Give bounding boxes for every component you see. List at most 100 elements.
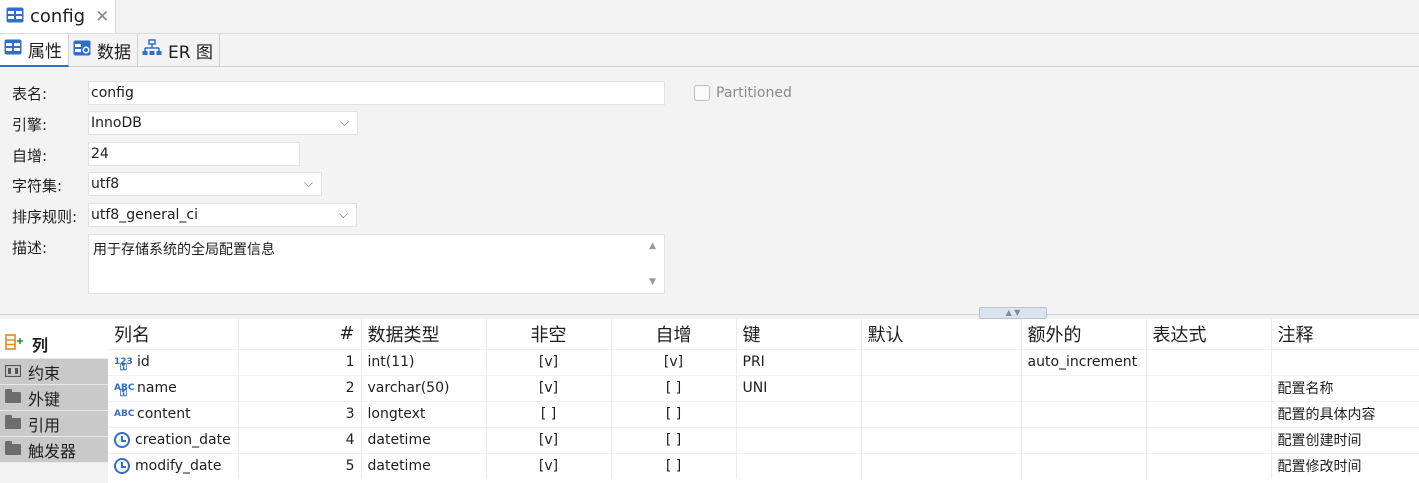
extra-cell	[1021, 400, 1147, 427]
add-column-icon	[5, 333, 25, 354]
extra-cell	[1021, 374, 1147, 401]
nav-item-references[interactable]: 引用	[0, 411, 108, 437]
data-type-cell: datetime	[361, 426, 487, 453]
index-cell: 1	[238, 348, 362, 375]
splitter-handle[interactable]: ▲ ▼	[979, 307, 1047, 319]
header-comment[interactable]: 注释	[1271, 319, 1419, 349]
scroll-up-icon[interactable]: ▲	[649, 241, 656, 251]
data-type-cell: varchar(50)	[361, 374, 487, 401]
folder-icon	[5, 415, 21, 429]
table-row[interactable]: creation_date 4 datetime [v] [ ] 配置创建时间	[108, 426, 1419, 453]
nav-item-label: 约束	[28, 363, 61, 383]
default-cell	[861, 348, 1022, 375]
header-data-type[interactable]: 数据类型	[361, 319, 487, 349]
key-cell	[736, 452, 862, 479]
collation-select[interactable]: utf8_general_ci ⌵	[88, 203, 357, 227]
description-textarea[interactable]: 用于存储系统的全局配置信息 ▲ ▼	[88, 234, 665, 294]
close-icon[interactable]: ✕	[95, 7, 109, 27]
partitioned-label: Partitioned	[716, 85, 792, 101]
clock-icon	[114, 458, 130, 475]
key-cell	[736, 400, 862, 427]
tab-er-diagram[interactable]: ER 图	[138, 34, 220, 67]
key-cell	[736, 426, 862, 453]
nav-item-constraints[interactable]: 约束	[0, 359, 108, 385]
partitioned-checkbox[interactable]: Partitioned	[694, 85, 792, 101]
auto-increment-cell[interactable]: [ ]	[611, 452, 737, 479]
data-type-cell: int(11)	[361, 348, 487, 375]
default-cell	[861, 452, 1022, 479]
header-column-name[interactable]: 列名	[108, 319, 239, 349]
default-cell	[861, 374, 1022, 401]
not-null-cell[interactable]: [v]	[486, 348, 612, 375]
table-row[interactable]: 123 ⚿ id 1 int(11) [v] [v] PRI auto_increm…	[108, 348, 1419, 375]
auto-increment-cell[interactable]: [ ]	[611, 400, 737, 427]
auto-increment-label: 自增:	[12, 147, 48, 165]
auto-increment-cell[interactable]: [ ]	[611, 426, 737, 453]
extra-cell	[1021, 452, 1147, 479]
charset-select[interactable]: utf8 ⌵	[88, 172, 322, 196]
data-grid-icon	[73, 40, 91, 61]
chevron-down-icon: ⌵	[303, 176, 313, 190]
clock-icon	[114, 432, 130, 448]
table-row[interactable]: ABC content 3 longtext [ ] [ ] 配置的具体内容	[108, 400, 1419, 427]
collation-value: utf8_general_ci	[91, 207, 198, 223]
nav-item-label: 触发器	[28, 441, 77, 461]
key-cell: UNI	[736, 374, 862, 401]
header-key[interactable]: 键	[736, 319, 862, 349]
expression-cell	[1146, 374, 1272, 401]
tab-data-label: 数据	[97, 43, 131, 63]
chevron-down-icon: ⌵	[338, 207, 348, 221]
auto-increment-cell[interactable]: [ ]	[611, 374, 737, 401]
scroll-down-icon[interactable]: ▼	[649, 277, 656, 287]
editor-tab-config[interactable]: config ✕	[0, 0, 116, 33]
tab-properties[interactable]: 属性	[0, 34, 69, 67]
table-header-row: 列名 # 数据类型 非空 自增 键 默认 额外的 表达式 注释	[108, 319, 1419, 349]
header-extra[interactable]: 额外的	[1021, 319, 1147, 349]
splitter	[0, 314, 1419, 315]
table-name-field[interactable]: config	[88, 81, 665, 105]
auto-increment-field[interactable]: 24	[88, 142, 300, 166]
table-row[interactable]: ABC ⚿ name 2 varchar(50) [v] [ ] UNI 配置名称	[108, 374, 1419, 401]
nav-item-triggers[interactable]: 触发器	[0, 437, 108, 463]
auto-increment-cell[interactable]: [v]	[611, 348, 737, 375]
index-cell: 3	[238, 400, 362, 427]
not-null-cell[interactable]: [ ]	[486, 400, 612, 427]
folder-icon	[5, 441, 21, 455]
engine-select[interactable]: InnoDB ⌵	[88, 111, 358, 135]
header-not-null[interactable]: 非空	[486, 319, 612, 349]
table-grid-icon	[4, 39, 22, 60]
not-null-cell[interactable]: [v]	[486, 452, 612, 479]
column-name-cell: creation_date	[135, 432, 231, 448]
expression-cell	[1146, 426, 1272, 453]
expression-cell	[1146, 348, 1272, 375]
description-label: 描述:	[12, 239, 48, 257]
numeric-key-icon: 123 ⚿	[114, 357, 133, 373]
table-row[interactable]: modify_date 5 datetime [v] [ ] 配置修改时间	[108, 452, 1419, 479]
chevron-down-icon: ⌵	[339, 115, 349, 129]
nav-item-label: 外键	[28, 389, 61, 409]
header-default[interactable]: 默认	[861, 319, 1022, 349]
charset-value: utf8	[91, 176, 120, 192]
expression-cell	[1146, 452, 1272, 479]
tab-er-diagram-label: ER 图	[168, 43, 213, 63]
tab-properties-label: 属性	[28, 42, 62, 62]
data-type-cell: longtext	[361, 400, 487, 427]
header-expression[interactable]: 表达式	[1146, 319, 1272, 349]
not-null-cell[interactable]: [v]	[486, 374, 612, 401]
column-name-cell: modify_date	[135, 458, 222, 475]
nav-item-foreign-keys[interactable]: 外键	[0, 385, 108, 411]
engine-label: 引擎:	[12, 116, 48, 134]
editor-tab-title: config	[30, 6, 86, 27]
checkbox-box[interactable]	[694, 85, 710, 101]
index-cell: 5	[238, 452, 362, 479]
header-index[interactable]: #	[238, 319, 362, 349]
folder-icon	[5, 389, 21, 403]
nav-item-label: 引用	[28, 415, 61, 435]
tab-data[interactable]: 数据	[69, 34, 138, 67]
nav-item-columns[interactable]: 列	[0, 319, 108, 359]
index-cell: 4	[238, 426, 362, 453]
header-auto-increment[interactable]: 自增	[611, 319, 737, 349]
not-null-cell[interactable]: [v]	[486, 426, 612, 453]
key-cell: PRI	[736, 348, 862, 375]
expression-cell	[1146, 400, 1272, 427]
